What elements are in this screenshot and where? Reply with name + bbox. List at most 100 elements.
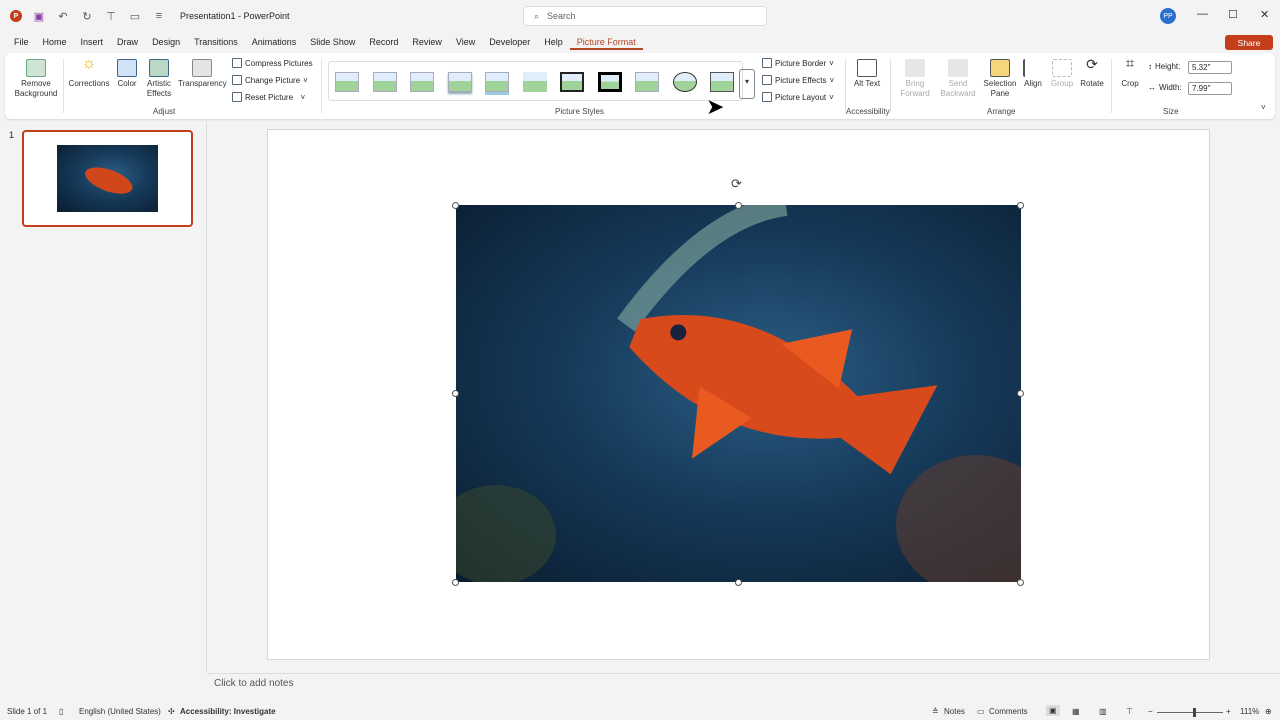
tab-design[interactable]: Design [145,34,187,50]
avatar[interactable]: PP [1160,8,1176,24]
corrections-button[interactable]: ☼ Corrections [67,56,111,89]
gallery-more-button[interactable]: ▾ [739,69,755,99]
ribbon-tabs: File Home Insert Draw Design Transitions… [7,34,643,50]
tab-review[interactable]: Review [405,34,449,50]
zoom-level[interactable]: 111% [1240,707,1259,716]
height-input[interactable]: 5.32" [1188,61,1232,74]
label: Compress Pictures [245,58,313,68]
resize-handle[interactable] [735,579,742,586]
resize-handle[interactable] [1017,579,1024,586]
picture-style[interactable] [523,72,547,92]
accessibility-status[interactable]: Accessibility: Investigate [180,707,276,716]
transparency-button[interactable]: Transparency [178,59,227,89]
label: Group [1050,79,1074,88]
tab-draw[interactable]: Draw [110,34,145,50]
align-button[interactable]: Align [1021,59,1045,89]
fit-to-window-icon[interactable]: ⊕ [1265,707,1272,716]
notes-input[interactable]: Click to add notes [207,673,1280,695]
tab-file[interactable]: File [7,34,36,50]
picture-style[interactable] [598,72,622,92]
resize-handle[interactable] [452,579,459,586]
notes-button[interactable]: Notes [944,707,965,716]
redo-icon[interactable]: ↻ [80,9,94,23]
save-icon[interactable]: ▣ [32,9,46,23]
picture-effects-button[interactable]: Picture Effects ˅ [762,75,834,85]
picture-style[interactable] [635,72,659,92]
folder-icon[interactable]: ▭ [128,9,142,23]
label: Corrections [68,79,110,88]
divider [63,59,64,113]
crop-button[interactable]: ⌗ Crop [1118,56,1142,89]
picture-style[interactable] [560,72,584,92]
picture-effects-icon [762,75,772,85]
rotate-handle-icon[interactable]: ⟳ [731,176,742,192]
language-status[interactable]: English (United States) [79,707,161,716]
zoom-out-icon[interactable]: − [1148,707,1153,716]
picture-style[interactable] [373,72,397,92]
present-icon[interactable]: ⊤ [104,9,118,23]
tab-transitions[interactable]: Transitions [187,34,245,50]
slide-sorter-icon[interactable]: ▦ [1072,707,1080,716]
bring-forward-button[interactable]: Bring Forward [898,59,932,99]
remove-background-button[interactable]: Remove Background [11,59,61,99]
tab-insert[interactable]: Insert [74,34,111,50]
artistic-effects-button[interactable]: Artistic Effects [143,59,175,99]
tab-home[interactable]: Home [36,34,74,50]
picture-border-button[interactable]: Picture Border ˅ [762,58,834,68]
tab-view[interactable]: View [449,34,482,50]
zoom-in-icon[interactable]: + [1226,707,1231,716]
tab-slide-show[interactable]: Slide Show [303,34,362,50]
reset-picture-button[interactable]: Reset Picture ˅ [232,92,305,102]
fish-picture[interactable] [456,205,1021,582]
resize-handle[interactable] [735,202,742,209]
tab-developer[interactable]: Developer [482,34,537,50]
send-backward-button[interactable]: Send Backward [938,59,978,99]
spellcheck-icon[interactable]: ▯ [59,707,63,716]
resize-handle[interactable] [1017,202,1024,209]
resize-handle[interactable] [1017,390,1024,397]
picture-style[interactable] [335,72,359,92]
share-button[interactable]: Share [1225,35,1273,50]
tab-record[interactable]: Record [362,34,405,50]
picture-style[interactable] [485,72,509,92]
comments-button[interactable]: Comments [989,707,1028,716]
reading-view-icon[interactable]: ▥ [1099,707,1107,716]
compress-pictures-button[interactable]: Compress Pictures [232,58,313,68]
width-input[interactable]: 7.99" [1188,82,1232,95]
collapse-ribbon-icon[interactable]: ˅ [1261,103,1266,113]
remove-background-icon [26,59,46,77]
group-button[interactable]: Group [1049,59,1075,89]
selection-pane-button[interactable]: Selection Pane [982,59,1018,99]
picture-style[interactable] [673,72,697,92]
label: Height: [1155,62,1181,71]
search-input[interactable]: ⌕ Search [523,6,767,26]
tab-picture-format[interactable]: Picture Format [569,34,643,50]
compress-icon [232,58,242,68]
change-picture-button[interactable]: Change Picture ˅ [232,75,308,85]
resize-handle[interactable] [452,202,459,209]
picture-style[interactable] [448,72,472,92]
customize-toolbar-icon[interactable]: ≡ [152,9,166,23]
color-button[interactable]: Color [115,59,139,89]
minimize-icon[interactable]: — [1197,8,1208,20]
tab-animations[interactable]: Animations [245,34,304,50]
undo-icon[interactable]: ↶ [56,9,70,23]
alt-text-button[interactable]: Alt Text [853,59,881,89]
picture-layout-button[interactable]: Picture Layout ˅ [762,92,834,102]
tab-help[interactable]: Help [537,34,570,50]
picture-style[interactable] [410,72,434,92]
rotate-button[interactable]: ⟳ Rotate [1078,57,1106,89]
zoom-slider-thumb[interactable] [1193,708,1197,717]
fish-image [456,205,1021,582]
picture-style[interactable] [710,72,734,92]
slideshow-icon[interactable]: ⊤ [1126,707,1133,716]
resize-handle[interactable] [452,390,459,397]
picture-border-icon [762,58,772,68]
slide-thumbnail[interactable] [22,130,193,227]
label: Color [117,79,137,88]
normal-view-icon[interactable]: ▣ [1046,705,1060,716]
close-icon[interactable]: ✕ [1260,8,1269,21]
maximize-icon[interactable]: ☐ [1228,8,1238,21]
zoom-slider[interactable] [1157,708,1223,717]
label: Picture Layout [775,92,827,102]
